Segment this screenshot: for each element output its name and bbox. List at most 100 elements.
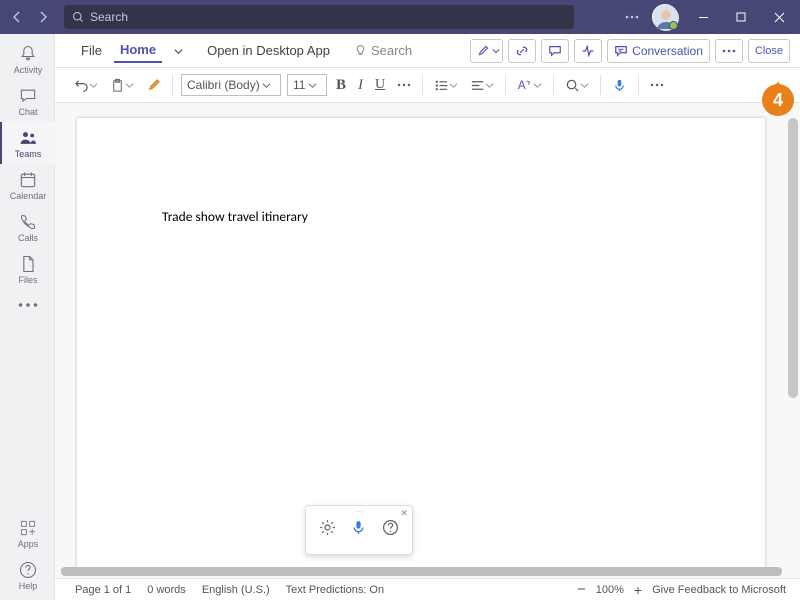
chevron-down-icon	[580, 81, 589, 90]
status-predictions[interactable]: Text Predictions: On	[286, 584, 384, 596]
align-button[interactable]	[467, 73, 497, 98]
zoom-out-button[interactable]: −	[577, 581, 586, 598]
drag-handle-icon[interactable]: ⋯	[356, 508, 363, 516]
status-page[interactable]: Page 1 of 1	[75, 584, 131, 596]
vertical-scrollbar[interactable]	[788, 118, 798, 398]
ribbon: Calibri (Body) 11 B I U A	[55, 68, 800, 103]
edit-mode-button[interactable]	[470, 39, 503, 63]
italic-button[interactable]: I	[355, 73, 366, 98]
back-button[interactable]	[4, 4, 30, 30]
chevron-down-icon	[262, 81, 271, 90]
avatar[interactable]	[652, 4, 678, 30]
chevron-down-icon	[125, 81, 134, 90]
paste-button[interactable]	[107, 73, 137, 98]
horizontal-scrollbar[interactable]	[61, 567, 782, 576]
undo-button[interactable]	[71, 73, 101, 98]
bold-button[interactable]: B	[333, 73, 349, 98]
styles-button[interactable]: A	[514, 73, 545, 98]
search-icon	[72, 11, 84, 23]
zoom-level[interactable]: 100%	[596, 584, 624, 596]
more-icon	[397, 83, 411, 87]
dictate-help[interactable]	[382, 519, 399, 541]
more-icon	[650, 83, 664, 87]
help-icon	[382, 519, 399, 536]
titlebar: Search	[0, 0, 800, 34]
link-icon	[515, 44, 529, 58]
dictate-toolbar[interactable]: ⋯ ✕	[305, 505, 413, 555]
document-area: Trade show travel itinerary	[55, 103, 800, 578]
file-icon	[18, 254, 38, 274]
tab-home[interactable]: Home	[114, 38, 162, 63]
phone-icon	[18, 212, 38, 232]
chevron-down-icon	[449, 81, 458, 90]
underline-button[interactable]: U	[372, 73, 388, 98]
rail-help[interactable]: Help	[0, 554, 55, 596]
bullets-button[interactable]	[431, 73, 461, 98]
feedback-link[interactable]: Give Feedback to Microsoft	[652, 584, 786, 596]
minimize-button[interactable]	[686, 3, 720, 31]
pen-icon	[477, 44, 490, 57]
status-words[interactable]: 0 words	[147, 584, 186, 596]
callout-badge: 4	[762, 84, 794, 116]
presence-available-icon	[669, 21, 678, 30]
search-input[interactable]: Search	[64, 5, 574, 29]
align-icon	[470, 78, 485, 93]
chevron-down-icon	[89, 81, 98, 90]
gear-icon	[319, 519, 336, 536]
format-painter-button[interactable]	[143, 73, 164, 98]
rail-calls[interactable]: Calls	[0, 206, 55, 248]
more-button[interactable]	[715, 39, 743, 63]
status-language[interactable]: English (U.S.)	[202, 584, 270, 596]
rail-more[interactable]	[0, 290, 55, 320]
chevron-down-icon	[533, 81, 542, 90]
rail-files[interactable]: Files	[0, 248, 55, 290]
dictate-button[interactable]	[609, 73, 630, 98]
help-icon	[18, 560, 38, 580]
zoom-in-button[interactable]: +	[634, 582, 642, 598]
conversation-button[interactable]: Conversation	[607, 39, 710, 63]
close-window-button[interactable]	[762, 3, 796, 31]
chat-icon	[18, 86, 38, 106]
maximize-button[interactable]	[724, 3, 758, 31]
find-in-doc[interactable]: Search	[354, 43, 412, 58]
catchup-button[interactable]	[574, 39, 602, 63]
font-size-select[interactable]: 11	[287, 74, 327, 96]
link-button[interactable]	[508, 39, 536, 63]
rail-apps[interactable]: Apps	[0, 512, 55, 554]
clipboard-icon	[110, 78, 125, 93]
dictate-mic[interactable]	[350, 519, 367, 541]
close-icon[interactable]: ✕	[400, 508, 408, 519]
document-page[interactable]: Trade show travel itinerary	[77, 118, 765, 573]
tab-file[interactable]: File	[75, 39, 108, 62]
chevron-down-icon	[485, 81, 494, 90]
font-more-button[interactable]	[394, 73, 414, 98]
rail-activity[interactable]: Activity	[0, 38, 55, 80]
comment-icon	[548, 44, 562, 58]
chevron-down-icon	[492, 47, 500, 55]
tab-more-chevron[interactable]	[168, 39, 189, 62]
font-family-select[interactable]: Calibri (Body)	[181, 74, 281, 96]
document-text[interactable]: Trade show travel itinerary	[77, 118, 765, 225]
dictate-settings[interactable]	[319, 519, 336, 541]
calendar-icon	[18, 170, 38, 190]
rail-chat[interactable]: Chat	[0, 80, 55, 122]
more-icon	[18, 295, 38, 315]
microphone-icon	[612, 78, 627, 93]
open-desktop-app[interactable]: Open in Desktop App	[207, 43, 330, 58]
rail-teams[interactable]: Teams	[0, 122, 55, 164]
conversation-icon	[614, 44, 628, 58]
comments-button[interactable]	[541, 39, 569, 63]
bell-icon	[18, 44, 38, 64]
undo-icon	[74, 78, 89, 93]
close-button[interactable]: Close	[748, 39, 790, 63]
search-icon	[565, 78, 580, 93]
microphone-icon	[350, 519, 367, 536]
rail-calendar[interactable]: Calendar	[0, 164, 55, 206]
find-button[interactable]	[562, 73, 592, 98]
ribbon-more-button[interactable]	[647, 73, 667, 98]
main-area: File Home Open in Desktop App Search	[55, 34, 800, 600]
chevron-down-icon	[174, 47, 183, 56]
forward-button[interactable]	[30, 4, 56, 30]
more-options-icon[interactable]	[616, 15, 648, 19]
svg-text:A: A	[518, 80, 526, 92]
